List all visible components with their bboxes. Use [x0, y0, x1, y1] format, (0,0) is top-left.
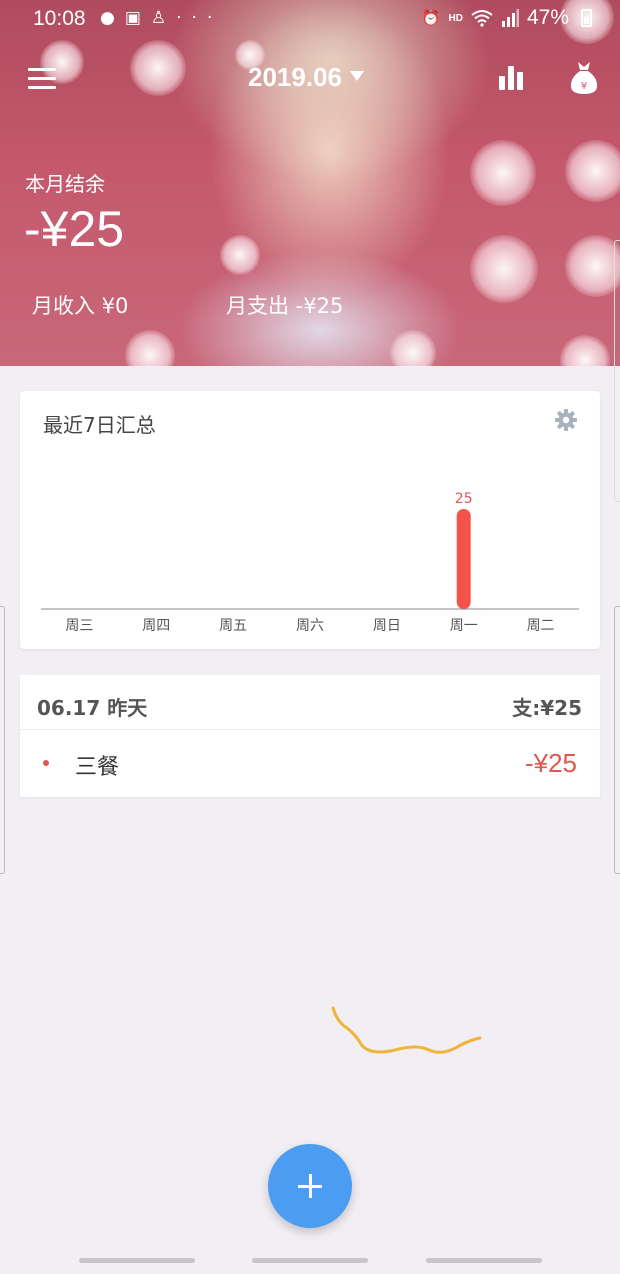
more-icon: ··· [176, 8, 223, 28]
bokeh-light [130, 40, 186, 96]
status-right: ⏰ HD 47% [422, 6, 592, 30]
menu-button[interactable] [28, 68, 56, 90]
transaction-amount: -¥25 [524, 748, 577, 778]
edge-handle-left[interactable] [0, 606, 5, 874]
gear-icon [555, 409, 577, 431]
header-banner: 10:08 ●▣♙··· ⏰ HD 47% 2019.06 ¥ 本月结余 -¥2… [0, 0, 620, 366]
hd-icon: HD [448, 12, 463, 24]
svg-text:¥: ¥ [581, 81, 587, 92]
navigation-bar [0, 1258, 620, 1266]
chart-settings-button[interactable] [554, 408, 578, 432]
status-time: 10:08 [33, 7, 86, 30]
status-left-icons: ●▣♙··· [100, 8, 222, 28]
image-icon: ▣ [124, 8, 151, 28]
budget-button[interactable]: ¥ [568, 60, 600, 96]
chart-tick-label-5: 周一 [450, 618, 478, 634]
mic-icon: ● [100, 8, 125, 28]
chart-tick-label-4: 周日 [373, 618, 401, 634]
bullet-icon [43, 760, 49, 766]
nav-back-button[interactable] [426, 1258, 542, 1263]
bokeh-light [220, 235, 260, 275]
menu-icon [28, 68, 56, 71]
status-bar: 10:08 ●▣♙··· ⏰ HD 47% [0, 0, 620, 36]
person-icon: ♙ [150, 8, 177, 28]
transaction-item[interactable]: 三餐 -¥25 [20, 730, 600, 797]
caret-down-icon [349, 70, 364, 81]
day-group: 06.17 昨天 支:¥25 三餐 -¥25 [20, 675, 600, 797]
nav-home-button[interactable] [252, 1258, 368, 1263]
bokeh-light [125, 330, 175, 366]
bokeh-light [565, 235, 620, 297]
bar-chart-icon [499, 66, 523, 90]
bokeh-light [565, 140, 620, 202]
transaction-category: 三餐 [75, 755, 120, 780]
signal-icon [501, 9, 519, 27]
month-selector[interactable]: 2019.06 [248, 62, 364, 93]
chart-bar-5 [456, 509, 471, 609]
day-group-date: 06.17 昨天 [37, 696, 148, 720]
wifi-icon [471, 10, 493, 27]
money-bag-icon: ¥ [570, 62, 598, 94]
chart-data-label-5: 25 [455, 491, 473, 507]
chart-tick-label-0: 周三 [65, 618, 93, 634]
summary-title: 最近7日汇总 [43, 413, 156, 437]
add-record-button[interactable] [268, 1144, 352, 1228]
day-group-total: 支:¥25 [512, 696, 582, 720]
balance-label: 本月结余 [25, 172, 105, 196]
bokeh-light [470, 140, 536, 206]
chart-tick-label-3: 周六 [296, 618, 324, 634]
monthly-income: 月收入 ¥0 [32, 294, 129, 318]
bokeh-light [470, 235, 538, 303]
battery-icon [581, 9, 592, 27]
balance-value: -¥25 [24, 201, 125, 257]
weekly-summary-card: 周三 周四 周五 周六 周日 25 周一 周二 最近7日汇总 [20, 391, 600, 649]
chart-tick-label-1: 周四 [142, 618, 170, 634]
bokeh-light [560, 335, 610, 366]
nav-recents-button[interactable] [79, 1258, 195, 1263]
edge-handle-right[interactable] [614, 606, 620, 874]
bokeh-light [390, 330, 436, 366]
statistics-button[interactable] [496, 62, 526, 92]
alarm-icon: ⏰ [421, 10, 441, 27]
chart-tick-label-2: 周五 [219, 618, 247, 634]
edge-panel-handle[interactable] [614, 240, 620, 502]
chart-tick-label-6: 周二 [527, 618, 555, 634]
decorative-squiggle [331, 1006, 482, 1054]
month-label: 2019.06 [248, 62, 342, 92]
battery-percent: 47% [526, 6, 569, 29]
monthly-expense: 月支出 -¥25 [226, 294, 344, 318]
